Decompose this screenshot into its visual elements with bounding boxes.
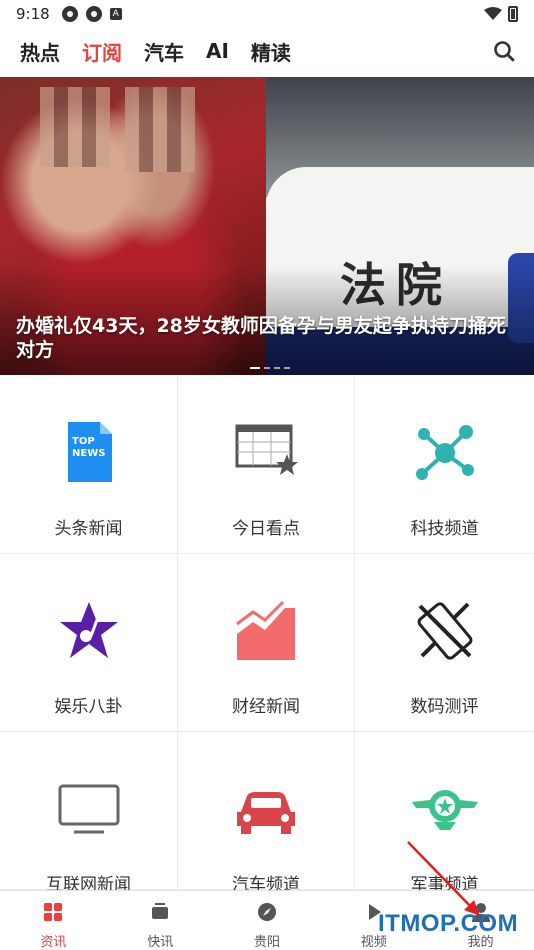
a-notification-icon: A [109,8,122,20]
status-system-icons [484,6,518,22]
tab-subscribe[interactable]: 订阅 [82,37,122,66]
channel-label: 今日看点 [232,519,300,539]
channel-finance[interactable]: 财经新闻 [178,554,355,732]
top-news-icon: TOP NEWS [67,422,112,482]
tab-hot[interactable]: 热点 [20,37,60,66]
channel-label: 头条新闻 [54,519,123,539]
channel-tech[interactable]: 科技频道 [355,376,534,554]
channel-military[interactable]: 军事频道 [355,732,534,895]
battery-icon [508,6,518,22]
phone-tools-icon [417,602,472,660]
carousel-dot [250,367,260,369]
channel-grid: TOP NEWS 头条新闻 今日看点 科技频道 娱乐八卦 财经新闻 数码测评 互… [0,376,534,895]
channel-label: 科技频道 [410,519,479,539]
channel-label: 娱乐八卦 [54,697,123,717]
carousel-dot [284,367,290,369]
tab-featured[interactable]: 精读 [251,37,291,66]
bottom-nav-label: 快讯 [147,935,174,950]
wifi-icon [484,7,502,20]
top-nav: 热点 订阅 汽车 AI 精读 [0,30,534,72]
watermark: ITMOP.COM [378,910,519,937]
monitor-icon [58,784,119,834]
svg-text:NEWS: NEWS [72,448,105,459]
calendar-star-icon [235,424,298,475]
pixelated-face [125,87,195,172]
status-bar: 9:18 A [0,0,534,28]
svg-text:TOP: TOP [72,436,95,447]
carousel-dot [264,367,270,369]
bottom-nav-flash[interactable]: 快讯 [107,891,214,950]
banner-headline[interactable]: 办婚礼仅43天，28岁女教师因备孕与男友起争执持刀捅死对方 [16,314,516,362]
tab-auto[interactable]: 汽车 [144,37,184,66]
headline-banner[interactable]: 法院 办婚礼仅43天，28岁女教师因备孕与男友起争执持刀捅死对方 [0,77,534,375]
channel-today[interactable]: 今日看点 [178,376,355,554]
carousel-dot [274,367,280,369]
military-badge-icon [411,790,478,830]
status-notification-icons: A [61,6,122,22]
carousel-indicator [250,367,290,369]
grid-icon [44,903,63,921]
search-icon[interactable] [492,39,516,63]
channel-auto[interactable]: 汽车频道 [178,732,355,895]
channel-label: 财经新闻 [232,697,300,717]
molecule-icon [415,425,474,480]
settings-notification-icon-2 [85,6,102,22]
car-icon [237,792,295,834]
bottom-nav-guiyang[interactable]: 贵阳 [214,891,321,950]
channel-digital[interactable]: 数码测评 [355,554,534,732]
music-star-icon [59,602,118,658]
trend-chart-icon [236,600,295,660]
tab-ai[interactable]: AI [206,39,229,63]
bottom-nav-label: 贵阳 [253,935,280,950]
channel-entertainment[interactable]: 娱乐八卦 [0,554,178,732]
bottom-nav-label: 资讯 [40,935,67,950]
status-time: 9:18 [16,5,50,23]
pixelated-face [40,87,110,167]
channel-headlines[interactable]: TOP NEWS 头条新闻 [0,376,178,554]
channel-label: 数码测评 [410,697,479,717]
tv-icon [152,903,169,919]
compass-icon [257,903,276,921]
channel-internet[interactable]: 互联网新闻 [0,732,178,895]
settings-notification-icon [61,6,78,22]
bottom-nav-news[interactable]: 资讯 [0,891,107,950]
